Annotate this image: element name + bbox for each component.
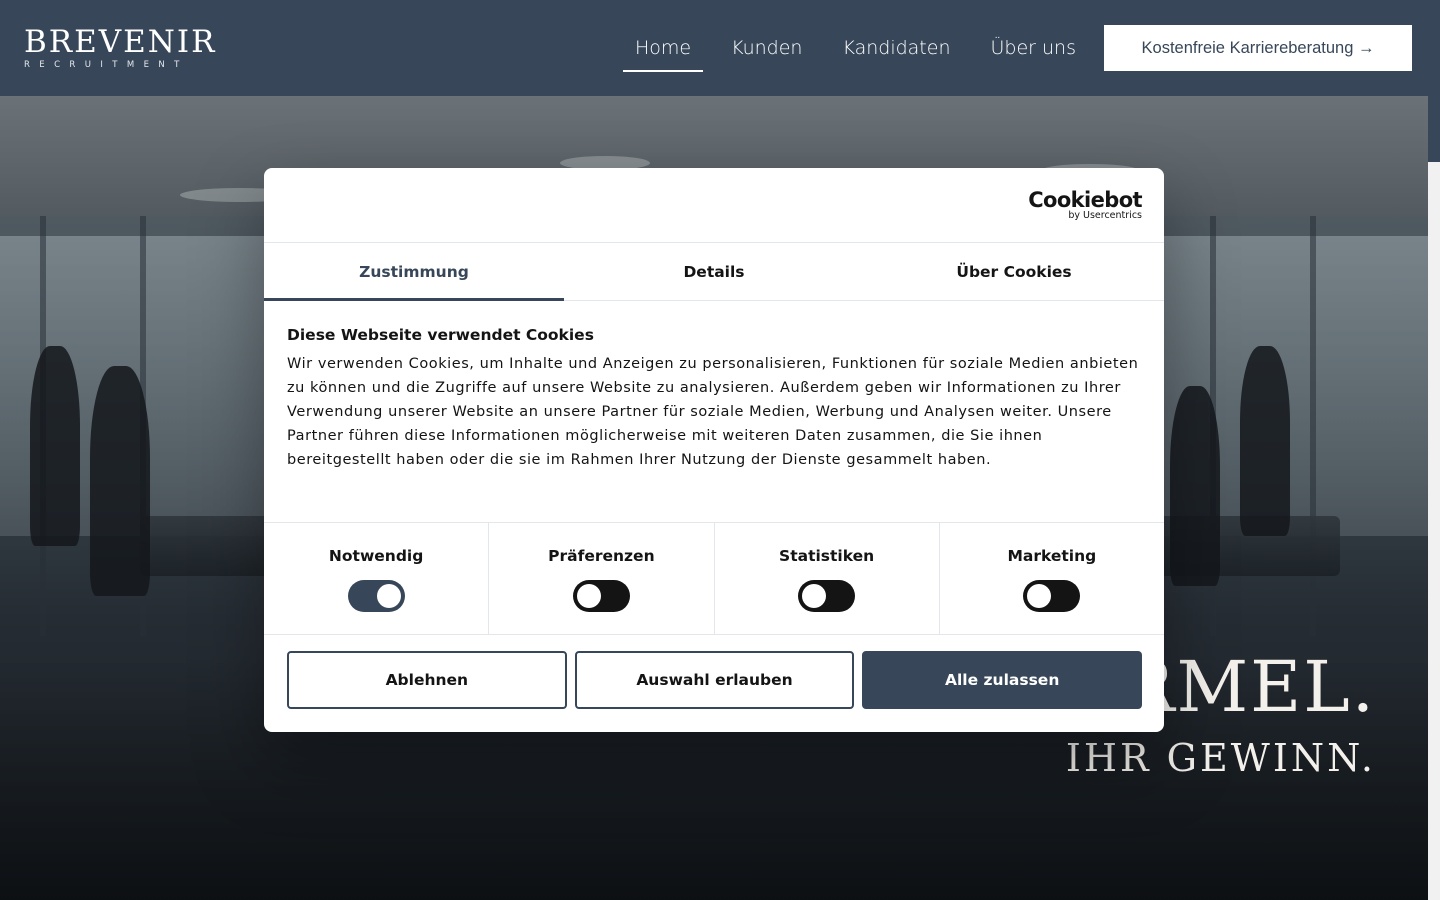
nav-item-kandidaten[interactable]: Kandidaten [830,26,962,70]
cookiebot-logo[interactable]: Cookiebot by Usercentrics [1028,189,1142,221]
category-praeferenzen: Präferenzen [489,523,715,634]
site-header: BREVENIR RECRUITMENT Home Kunden Kandida… [0,0,1440,96]
consent-content: Diese Webseite verwendet Cookies Wir ver… [264,301,1164,523]
nav-item-kunden[interactable]: Kunden [719,26,814,70]
toggle-knob [576,584,601,608]
consent-body: Wir verwenden Cookies, um Inhalte und An… [287,356,1139,468]
nav-item-ueber-uns[interactable]: Über uns [979,26,1089,70]
toggle-switch-notwendig[interactable] [347,580,405,612]
consent-tabs: Zustimmung Details Über Cookies [264,243,1164,301]
tab-details[interactable]: Details [564,243,864,300]
category-label: Statistiken [779,547,875,565]
main-nav: Home Kunden Kandidaten Über uns Kostenfr… [607,25,1412,72]
tab-zustimmung[interactable]: Zustimmung [264,243,564,301]
consent-categories: Notwendig Präferenzen Statistiken Market… [264,523,1164,635]
career-consultation-button[interactable]: Kostenfreie Karriereberatung → [1104,25,1412,71]
person-silhouette [90,366,150,596]
logo-wordmark: BREVENIR [24,24,217,60]
allow-selection-button[interactable]: Auswahl erlauben [574,651,855,709]
toggle-switch-statistiken[interactable] [798,580,856,612]
category-marketing: Marketing [940,523,1164,634]
toggle-knob [1027,584,1052,608]
decline-button[interactable]: Ablehnen [287,651,567,709]
nav-item-home[interactable]: Home [622,26,704,72]
allow-all-button[interactable]: Alle zulassen [862,651,1143,709]
category-notwendig: Notwendig [264,523,490,634]
cookie-consent-dialog: Cookiebot by Usercentrics Zustimmung Det… [264,168,1164,732]
consent-title: Diese Webseite verwendet Cookies [287,326,594,344]
category-label: Notwendig [328,547,424,565]
consent-actions: Ablehnen Auswahl erlauben Alle zulassen [264,635,1164,709]
page-scrollbar-track[interactable] [1428,96,1440,900]
person-silhouette [1170,386,1220,586]
dialog-header: Cookiebot by Usercentrics [264,168,1164,243]
category-statistiken: Statistiken [715,523,940,634]
logo-tagline: RECRUITMENT [24,60,189,70]
person-silhouette [30,346,80,546]
toggle-knob [376,584,401,608]
toggle-knob [802,584,827,608]
page-scrollbar-thumb[interactable] [1428,96,1440,162]
person-silhouette [1240,346,1290,536]
category-label: Marketing [1007,547,1097,565]
category-label: Präferenzen [548,547,655,565]
hero-subline: IHR GEWINN. [1065,736,1376,780]
tab-ueber-cookies[interactable]: Über Cookies [864,243,1164,300]
toggle-switch-marketing[interactable] [1023,580,1081,612]
cookiebot-wordmark: Cookiebot [1028,188,1142,212]
toggle-switch-praeferenzen[interactable] [572,580,630,612]
brevenir-logo[interactable]: BREVENIR RECRUITMENT [24,24,217,70]
